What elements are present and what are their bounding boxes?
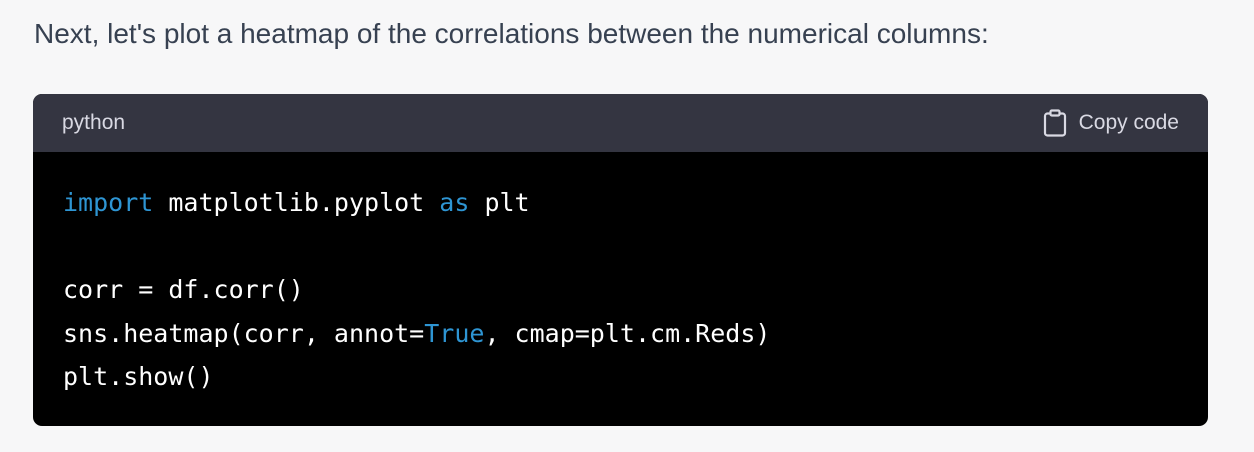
code-line: corr = df.corr() [63, 268, 1178, 312]
clipboard-icon [1043, 109, 1067, 137]
code-line: sns.heatmap(corr, annot=True, cmap=plt.c… [63, 312, 1178, 356]
code-line: plt.show() [63, 355, 1178, 399]
code-boolean: True [424, 318, 485, 348]
code-content: import matplotlib.pyplot as plt corr = df… [33, 152, 1208, 399]
code-text: plt [469, 188, 530, 217]
code-text: , cmap=plt.cm.Reds) [484, 318, 771, 348]
code-text: sns.heatmap(corr, annot= [63, 318, 425, 348]
code-block-header: python Copy code [33, 94, 1208, 152]
copy-code-button[interactable]: Copy code [1043, 109, 1179, 137]
code-line: import matplotlib.pyplot as plt [63, 181, 1178, 225]
copy-code-label: Copy code [1078, 111, 1179, 134]
code-block: python Copy code import matplotlib.pyplo… [33, 94, 1208, 426]
code-keyword: import [63, 188, 154, 217]
code-text: corr = df.corr() [63, 275, 304, 304]
assistant-message-text: Next, let's plot a heatmap of the correl… [34, 18, 989, 49]
code-text: plt.show() [63, 362, 214, 391]
code-language-label: python [62, 111, 126, 134]
code-keyword: as [439, 188, 470, 217]
code-text: matplotlib.pyplot [153, 188, 440, 217]
